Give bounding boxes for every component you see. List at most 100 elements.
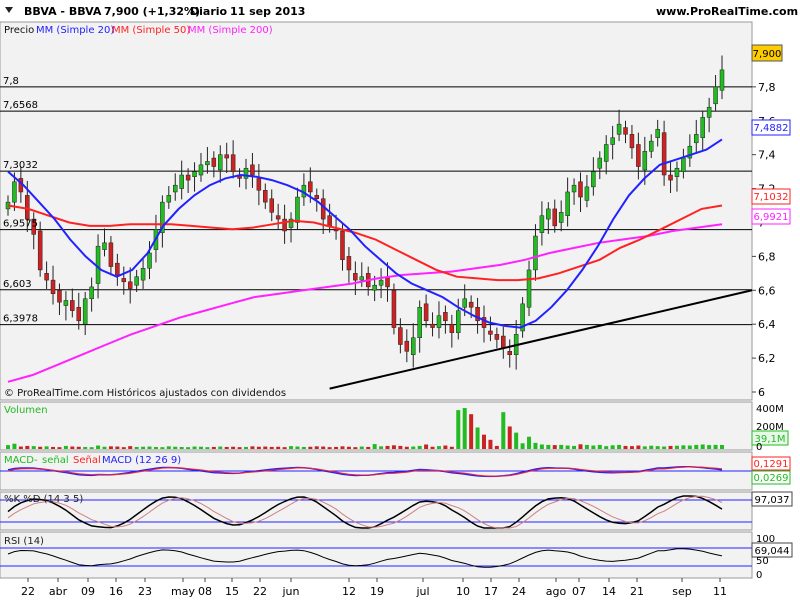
x-tick-label: 12 xyxy=(342,585,356,598)
candle-up xyxy=(436,315,442,328)
header-site: www.ProRealTime.com xyxy=(656,5,798,18)
footer-note: © ProRealTime.com Históricos ajustados c… xyxy=(4,387,286,399)
candle-up xyxy=(378,279,384,286)
x-tick-label: 10 xyxy=(456,585,470,598)
candle-down xyxy=(70,300,75,311)
candle-down xyxy=(443,312,448,322)
header-quote: 7,900 (+1,32%) xyxy=(104,5,200,18)
mm200-tag: 6,9921 xyxy=(751,208,791,225)
candle-down xyxy=(391,290,397,328)
volume-bar xyxy=(211,446,216,449)
volume-bar xyxy=(417,445,422,449)
volume-bar xyxy=(173,446,178,449)
volume-bar xyxy=(527,436,532,449)
candle-up xyxy=(359,276,365,281)
volume-bar xyxy=(514,432,519,449)
candle-up xyxy=(648,140,654,152)
x-tick-label: 22 xyxy=(21,585,35,598)
volume-bar xyxy=(501,412,506,449)
x-tick-label: 15 xyxy=(225,585,239,598)
macd-value-tag-1: 0,1291 xyxy=(751,456,791,471)
candle-up xyxy=(410,337,416,355)
candle-down xyxy=(308,181,313,193)
volume-bar xyxy=(411,446,416,449)
volume-bar xyxy=(533,442,538,449)
volume-bar xyxy=(70,446,75,449)
volume-bar xyxy=(276,446,281,449)
candle-up xyxy=(700,117,705,138)
x-tick-label: 21 xyxy=(630,585,644,598)
x-tick-label: 09 xyxy=(81,585,95,598)
volume-bar xyxy=(552,445,557,449)
volume-bar xyxy=(51,446,56,449)
volume-bar xyxy=(404,446,409,449)
volume-bar xyxy=(96,445,101,449)
candle-up xyxy=(713,86,718,105)
candle-up xyxy=(372,284,377,291)
volume-bar xyxy=(218,446,223,449)
level-label: 7,3032 xyxy=(3,160,38,171)
level-label: 7,8 xyxy=(3,76,19,87)
volume-bar xyxy=(578,444,583,449)
volume-bar xyxy=(655,446,660,449)
candle-up xyxy=(89,286,94,300)
candle-down xyxy=(340,230,345,261)
candle-up xyxy=(610,137,615,145)
date-x-axis: 22 abr 09 16 23 may 08 15 22 jun 12 19 jul 10 17 24 ago 0… xyxy=(21,578,727,598)
rsi-tick-50: 50 xyxy=(756,556,769,567)
volume-bar xyxy=(63,445,68,449)
volume-bar xyxy=(102,446,107,449)
volume-bar xyxy=(289,446,294,449)
volume-bar xyxy=(507,426,512,449)
last-price-tag: 7,900 xyxy=(751,44,783,62)
candle-up xyxy=(82,298,88,325)
volume-bar xyxy=(372,444,377,449)
candle-down xyxy=(320,198,326,220)
rsi-title: RSI (14) xyxy=(4,536,44,547)
x-tick-label: abr xyxy=(49,585,68,598)
volume-bar xyxy=(424,444,429,449)
legend-mm20: MM (Simple 20) xyxy=(36,25,114,36)
candle-down xyxy=(25,195,30,220)
volume-bar xyxy=(141,446,146,449)
candle-down xyxy=(494,334,500,340)
candle-down xyxy=(256,178,262,191)
volume-bar xyxy=(674,445,679,449)
x-tick-label: 16 xyxy=(109,585,123,598)
candle-down xyxy=(115,262,120,276)
svg-text:97,037: 97,037 xyxy=(755,495,790,506)
x-tick-label: 11 xyxy=(713,585,727,598)
volume-bar xyxy=(565,445,570,449)
candle-up xyxy=(597,157,603,169)
volume-bar xyxy=(153,446,158,449)
svg-text:7,1032: 7,1032 xyxy=(754,192,789,203)
header-period: Diario xyxy=(190,5,228,18)
candle-down xyxy=(636,144,641,167)
volume-bar xyxy=(25,445,30,449)
x-tick-label: 08 xyxy=(198,585,212,598)
candle-down xyxy=(552,208,558,227)
candle-down xyxy=(623,127,628,135)
volume-bar xyxy=(475,427,480,449)
candle-up xyxy=(140,267,146,281)
x-tick-label: 23 xyxy=(138,585,152,598)
price-tick-label: 6,8 xyxy=(758,250,776,263)
volume-bar xyxy=(546,444,551,449)
volume-bar xyxy=(166,446,171,449)
candle-up xyxy=(179,174,184,189)
volume-bar xyxy=(18,446,23,449)
macd-legend-1: MACD- xyxy=(4,455,38,466)
candle-up xyxy=(603,144,609,162)
volume-bar xyxy=(681,445,686,449)
candle-up xyxy=(642,151,648,171)
volume-bar xyxy=(282,447,287,449)
candle-up xyxy=(616,123,622,135)
candle-down xyxy=(353,273,358,281)
candle-down xyxy=(37,230,43,271)
candle-down xyxy=(250,164,255,176)
volume-bar xyxy=(224,446,229,449)
x-tick-label: may xyxy=(171,585,195,598)
x-tick-label: sep xyxy=(672,585,691,598)
svg-text:0,1291: 0,1291 xyxy=(754,459,789,470)
candle-up xyxy=(205,161,210,166)
